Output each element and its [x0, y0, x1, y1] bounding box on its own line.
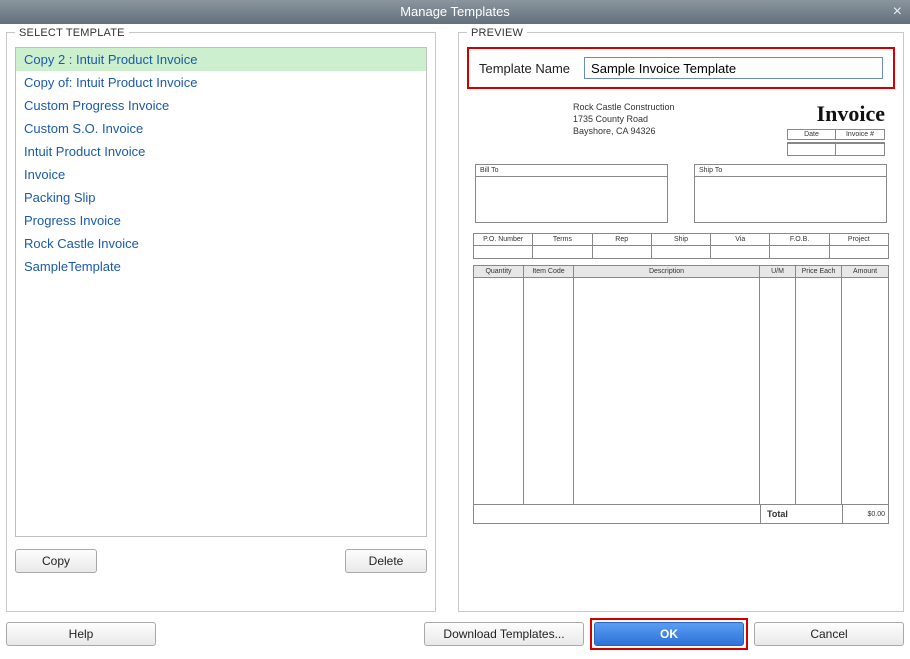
preview-total-value: $0.00: [842, 505, 888, 523]
preview-company-addr2: Bayshore, CA 94326: [573, 125, 675, 137]
preview-meta-row: P.O. NumberTermsRepShipViaF.O.B.Project: [473, 233, 889, 259]
preview-billto-box: Bill To: [475, 164, 668, 223]
template-list-item[interactable]: Invoice: [16, 163, 426, 186]
preview-meta-cell: P.O. Number: [474, 234, 533, 258]
window-title: Manage Templates: [400, 4, 510, 19]
preview-meta-cell: Rep: [593, 234, 652, 258]
preview-total-label: Total: [760, 505, 842, 523]
template-list-item[interactable]: Progress Invoice: [16, 209, 426, 232]
template-listbox[interactable]: Copy 2 : Intuit Product InvoiceCopy of: …: [15, 47, 427, 537]
preview-invnum-value: [836, 143, 884, 155]
preview-total-row: Total $0.00: [473, 505, 889, 524]
preview-heading: PREVIEW: [467, 27, 527, 39]
ok-highlight: OK: [590, 618, 748, 650]
ok-button[interactable]: OK: [594, 622, 744, 646]
col-um: U/M: [760, 266, 796, 277]
template-list-item[interactable]: Custom S.O. Invoice: [16, 117, 426, 140]
col-quantity: Quantity: [474, 266, 524, 277]
preview-meta-cell: Via: [711, 234, 770, 258]
footer-button-bar: Help Download Templates... OK Cancel: [0, 612, 910, 656]
col-amount: Amount: [842, 266, 888, 277]
preview-company-block: Rock Castle Construction 1735 County Roa…: [573, 101, 675, 156]
copy-button[interactable]: Copy: [15, 549, 97, 573]
cancel-button[interactable]: Cancel: [754, 622, 904, 646]
download-templates-button[interactable]: Download Templates...: [424, 622, 584, 646]
template-list-item[interactable]: Copy 2 : Intuit Product Invoice: [16, 48, 426, 71]
preview-shipto-box: Ship To: [694, 164, 887, 223]
template-name-input[interactable]: [584, 57, 883, 79]
preview-meta-cell: Terms: [533, 234, 592, 258]
col-item-code: Item Code: [524, 266, 574, 277]
preview-date-label: Date: [788, 130, 836, 139]
preview-meta-cell: Project: [830, 234, 888, 258]
delete-button[interactable]: Delete: [345, 549, 427, 573]
preview-meta-cell: F.O.B.: [770, 234, 829, 258]
preview-company-name: Rock Castle Construction: [573, 101, 675, 113]
template-list-item[interactable]: Copy of: Intuit Product Invoice: [16, 71, 426, 94]
template-list-item[interactable]: Custom Progress Invoice: [16, 94, 426, 117]
preview-invnum-label: Invoice #: [836, 130, 884, 139]
titlebar: Manage Templates ×: [0, 0, 910, 24]
preview-date-value: [788, 143, 836, 155]
preview-billto-label: Bill To: [476, 165, 667, 176]
col-description: Description: [574, 266, 760, 277]
template-name-label: Template Name: [479, 61, 570, 76]
preview-meta-cell: Ship: [652, 234, 711, 258]
preview-panel: PREVIEW Template Name Rock Castle Constr…: [458, 32, 904, 612]
template-list-item[interactable]: SampleTemplate: [16, 255, 426, 278]
template-list-item[interactable]: Packing Slip: [16, 186, 426, 209]
help-button[interactable]: Help: [6, 622, 156, 646]
preview-company-addr1: 1735 County Road: [573, 113, 675, 125]
select-template-heading: SELECT TEMPLATE: [15, 27, 129, 39]
col-price-each: Price Each: [796, 266, 842, 277]
select-template-panel: SELECT TEMPLATE Copy 2 : Intuit Product …: [6, 32, 436, 612]
close-icon[interactable]: ×: [893, 0, 902, 24]
template-name-row: Template Name: [467, 47, 895, 89]
template-list-item[interactable]: Intuit Product Invoice: [16, 140, 426, 163]
preview-shipto-label: Ship To: [695, 165, 886, 176]
preview-items-table: Quantity Item Code Description U/M Price…: [473, 265, 889, 505]
template-list-item[interactable]: Rock Castle Invoice: [16, 232, 426, 255]
preview-invoice-title: Invoice: [787, 101, 885, 127]
invoice-preview: Rock Castle Construction 1735 County Roa…: [473, 99, 889, 539]
